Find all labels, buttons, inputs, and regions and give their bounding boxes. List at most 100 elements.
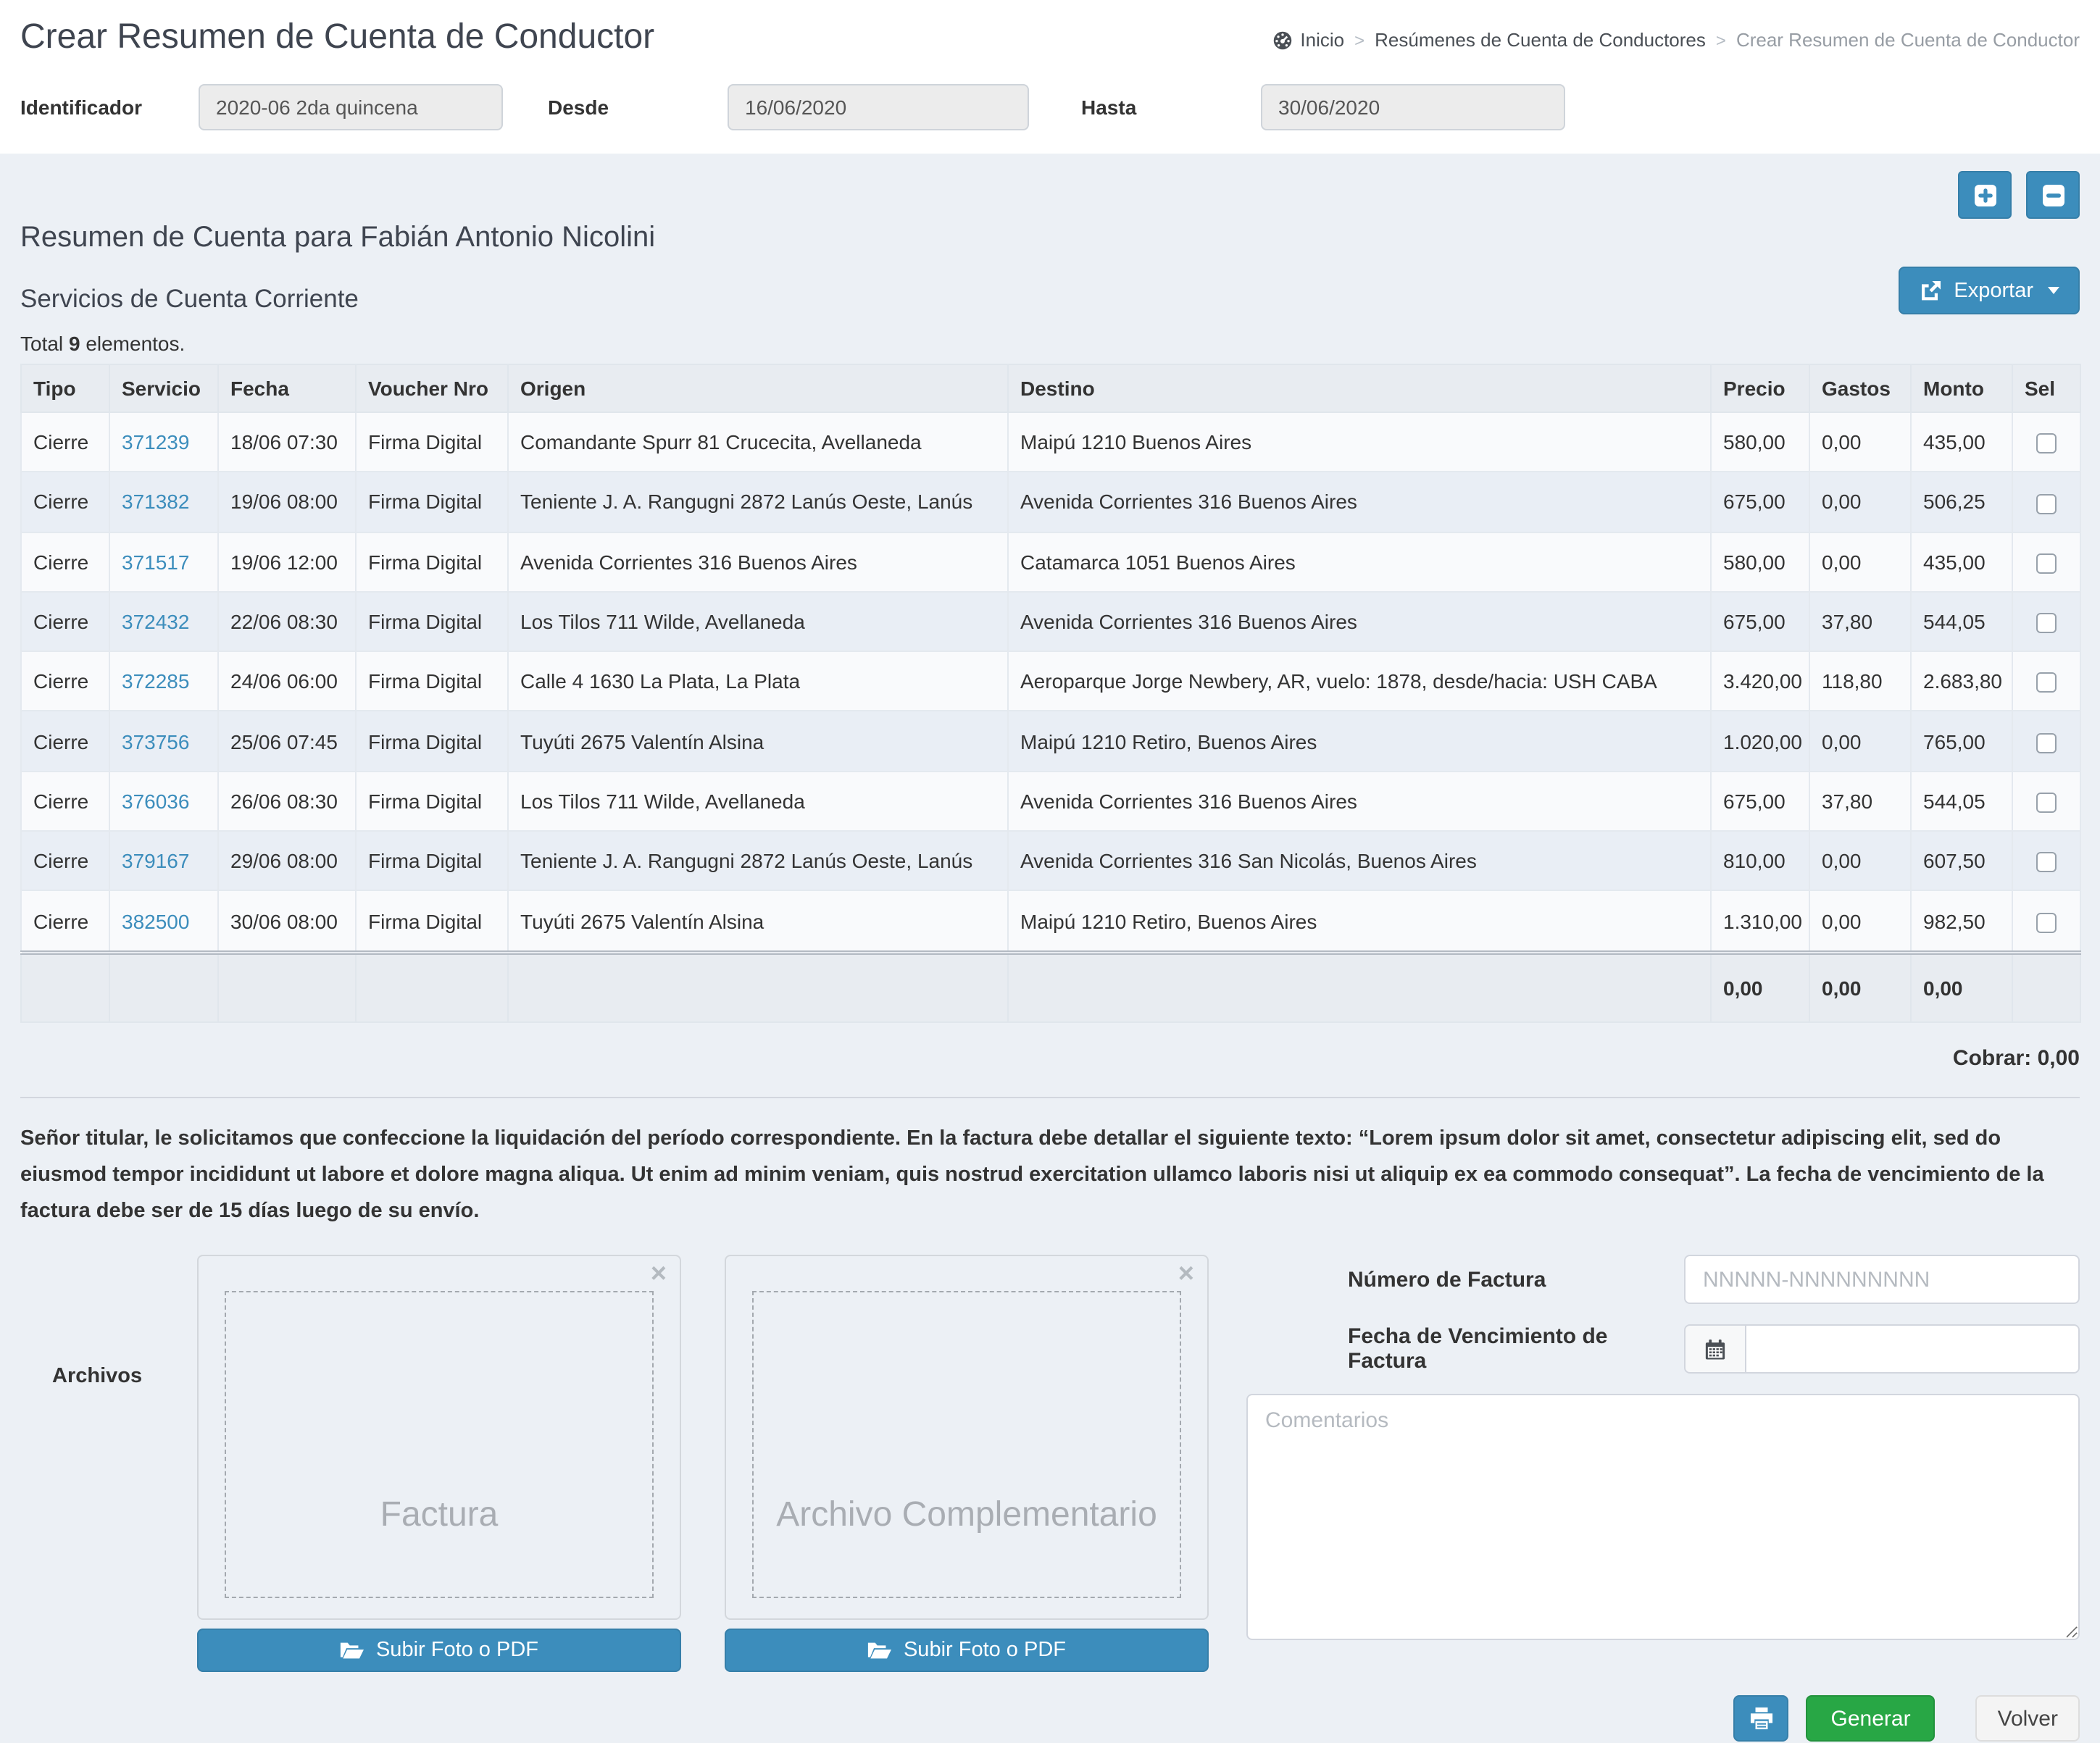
cell-servicio: 371382 — [109, 472, 218, 532]
cell-tipo: Cierre — [21, 891, 109, 953]
close-icon[interactable]: × — [651, 1257, 667, 1295]
total-count: 9 — [69, 332, 80, 355]
cell-voucher: Firma Digital — [356, 472, 508, 532]
volver-button[interactable]: Volver — [1976, 1696, 2080, 1742]
cell-monto: 544,05 — [1911, 772, 2012, 832]
invoice-form: Número de Factura Fecha de Vencimiento d… — [1246, 1255, 2080, 1673]
factura-upload-button[interactable]: Subir Foto o PDF — [197, 1629, 681, 1673]
cell-monto: 765,00 — [1911, 711, 2012, 772]
collapse-button[interactable] — [2026, 171, 2080, 219]
row-select-checkbox[interactable] — [2036, 613, 2057, 633]
cell-voucher: Firma Digital — [356, 831, 508, 891]
complementario-dropzone[interactable]: × Archivo Complementario — [725, 1255, 1209, 1621]
cell-origen: Tuyúti 2675 Valentín Alsina — [508, 711, 1008, 772]
cell-monto: 544,05 — [1911, 592, 2012, 652]
cell-servicio: 371239 — [109, 412, 218, 472]
table-footer: 0,00 0,00 0,00 — [21, 952, 2080, 1021]
breadcrumb-home[interactable]: Inicio — [1272, 29, 1344, 51]
breadcrumb: Inicio > Resúmenes de Cuenta de Conducto… — [1272, 29, 2080, 51]
cell-origen: Teniente J. A. Rangugni 2872 Lanús Oeste… — [508, 831, 1008, 891]
close-icon[interactable]: × — [1178, 1257, 1194, 1295]
cell-destino: Maipú 1210 Retiro, Buenos Aires — [1008, 891, 1711, 953]
row-select-checkbox[interactable] — [2036, 793, 2057, 813]
section-row: Servicios de Cuenta Corriente Exportar — [20, 267, 2080, 314]
cell-gastos: 0,00 — [1809, 831, 1911, 891]
cell-fecha: 30/06 08:00 — [218, 891, 356, 953]
cell-monto: 435,00 — [1911, 532, 2012, 592]
folder-open-icon — [340, 1641, 364, 1661]
service-link[interactable]: 376036 — [122, 790, 189, 813]
col-monto: Monto — [1911, 364, 2012, 412]
cell-gastos: 0,00 — [1809, 891, 1911, 953]
cell-tipo: Cierre — [21, 412, 109, 472]
complementario-dropzone-area: Archivo Complementario — [752, 1292, 1181, 1599]
cell-gastos: 0,00 — [1809, 412, 1911, 472]
cell-destino: Avenida Corrientes 316 Buenos Aires — [1008, 472, 1711, 532]
service-link[interactable]: 379167 — [122, 849, 189, 872]
cell-voucher: Firma Digital — [356, 651, 508, 711]
factura-dropzone[interactable]: × Factura — [197, 1255, 681, 1621]
row-select-checkbox[interactable] — [2036, 733, 2057, 753]
expand-button[interactable] — [1958, 171, 2012, 219]
print-button[interactable] — [1734, 1696, 1789, 1742]
row-select-checkbox[interactable] — [2036, 853, 2057, 873]
calendar-button[interactable] — [1684, 1325, 1745, 1374]
total-line: Total 9 elementos. — [20, 332, 2080, 355]
cell-voucher: Firma Digital — [356, 772, 508, 832]
desde-input — [728, 84, 1029, 130]
cell-destino: Aeroparque Jorge Newbery, AR, vuelo: 187… — [1008, 651, 1711, 711]
complementario-upload-button[interactable]: Subir Foto o PDF — [725, 1629, 1209, 1673]
dashboard-icon — [1272, 30, 1293, 50]
footer-empty — [356, 952, 508, 1021]
col-precio: Precio — [1711, 364, 1809, 412]
footer-empty — [218, 952, 356, 1021]
cell-sel — [2012, 831, 2080, 891]
col-gastos: Gastos — [1809, 364, 1911, 412]
service-link[interactable]: 371239 — [122, 430, 189, 453]
cobrar-value: 0,00 — [2038, 1045, 2080, 1070]
service-link[interactable]: 372432 — [122, 610, 189, 633]
row-select-checkbox[interactable] — [2036, 912, 2057, 932]
services-table: Tipo Servicio Fecha Voucher Nro Origen D… — [20, 364, 2081, 1022]
cell-precio: 3.420,00 — [1711, 651, 1809, 711]
plus-square-icon — [1973, 183, 1996, 206]
folder-open-icon — [867, 1641, 892, 1661]
cell-destino: Avenida Corrientes 316 San Nicolás, Buen… — [1008, 831, 1711, 891]
generar-button[interactable]: Generar — [1807, 1696, 1936, 1742]
footer-empty — [2012, 952, 2080, 1021]
service-link[interactable]: 372285 — [122, 670, 189, 693]
archivos-label: Archivos — [20, 1255, 197, 1673]
service-link[interactable]: 371382 — [122, 490, 189, 514]
service-link[interactable]: 371517 — [122, 550, 189, 573]
summary-heading: Resumen de Cuenta para Fabián Antonio Ni… — [20, 222, 2080, 255]
numero-factura-input[interactable] — [1684, 1255, 2080, 1305]
row-select-checkbox[interactable] — [2036, 493, 2057, 514]
col-fecha: Fecha — [218, 364, 356, 412]
export-icon — [1919, 279, 1942, 302]
cell-servicio: 372285 — [109, 651, 218, 711]
vencimiento-input[interactable] — [1745, 1325, 2080, 1374]
complementario-upload-label: Subir Foto o PDF — [904, 1639, 1066, 1663]
identificador-input — [199, 84, 503, 130]
col-origen: Origen — [508, 364, 1008, 412]
row-select-checkbox[interactable] — [2036, 553, 2057, 574]
service-link[interactable]: 382500 — [122, 909, 189, 932]
export-button[interactable]: Exportar — [1899, 267, 2080, 314]
service-link[interactable]: 373756 — [122, 730, 189, 753]
cell-origen: Tuyúti 2675 Valentín Alsina — [508, 891, 1008, 953]
cell-destino: Avenida Corrientes 316 Buenos Aires — [1008, 772, 1711, 832]
row-select-checkbox[interactable] — [2036, 434, 2057, 454]
breadcrumb-resumenes[interactable]: Resúmenes de Cuenta de Conductores — [1375, 29, 1706, 51]
breadcrumb-current: Crear Resumen de Cuenta de Conductor — [1736, 29, 2080, 51]
content: Resumen de Cuenta para Fabián Antonio Ni… — [0, 171, 2100, 1742]
factura-upload-label: Subir Foto o PDF — [376, 1639, 538, 1663]
comentarios-textarea[interactable] — [1246, 1395, 2080, 1641]
cell-servicio: 371517 — [109, 532, 218, 592]
cell-gastos: 0,00 — [1809, 711, 1911, 772]
row-select-checkbox[interactable] — [2036, 673, 2057, 693]
cobrar-total: Cobrar: 0,00 — [20, 1045, 2080, 1070]
table-row: Cierre37916729/06 08:00Firma DigitalTeni… — [21, 831, 2080, 891]
breadcrumb-separator: > — [1354, 30, 1364, 50]
cell-destino: Maipú 1210 Retiro, Buenos Aires — [1008, 711, 1711, 772]
cell-fecha: 25/06 07:45 — [218, 711, 356, 772]
